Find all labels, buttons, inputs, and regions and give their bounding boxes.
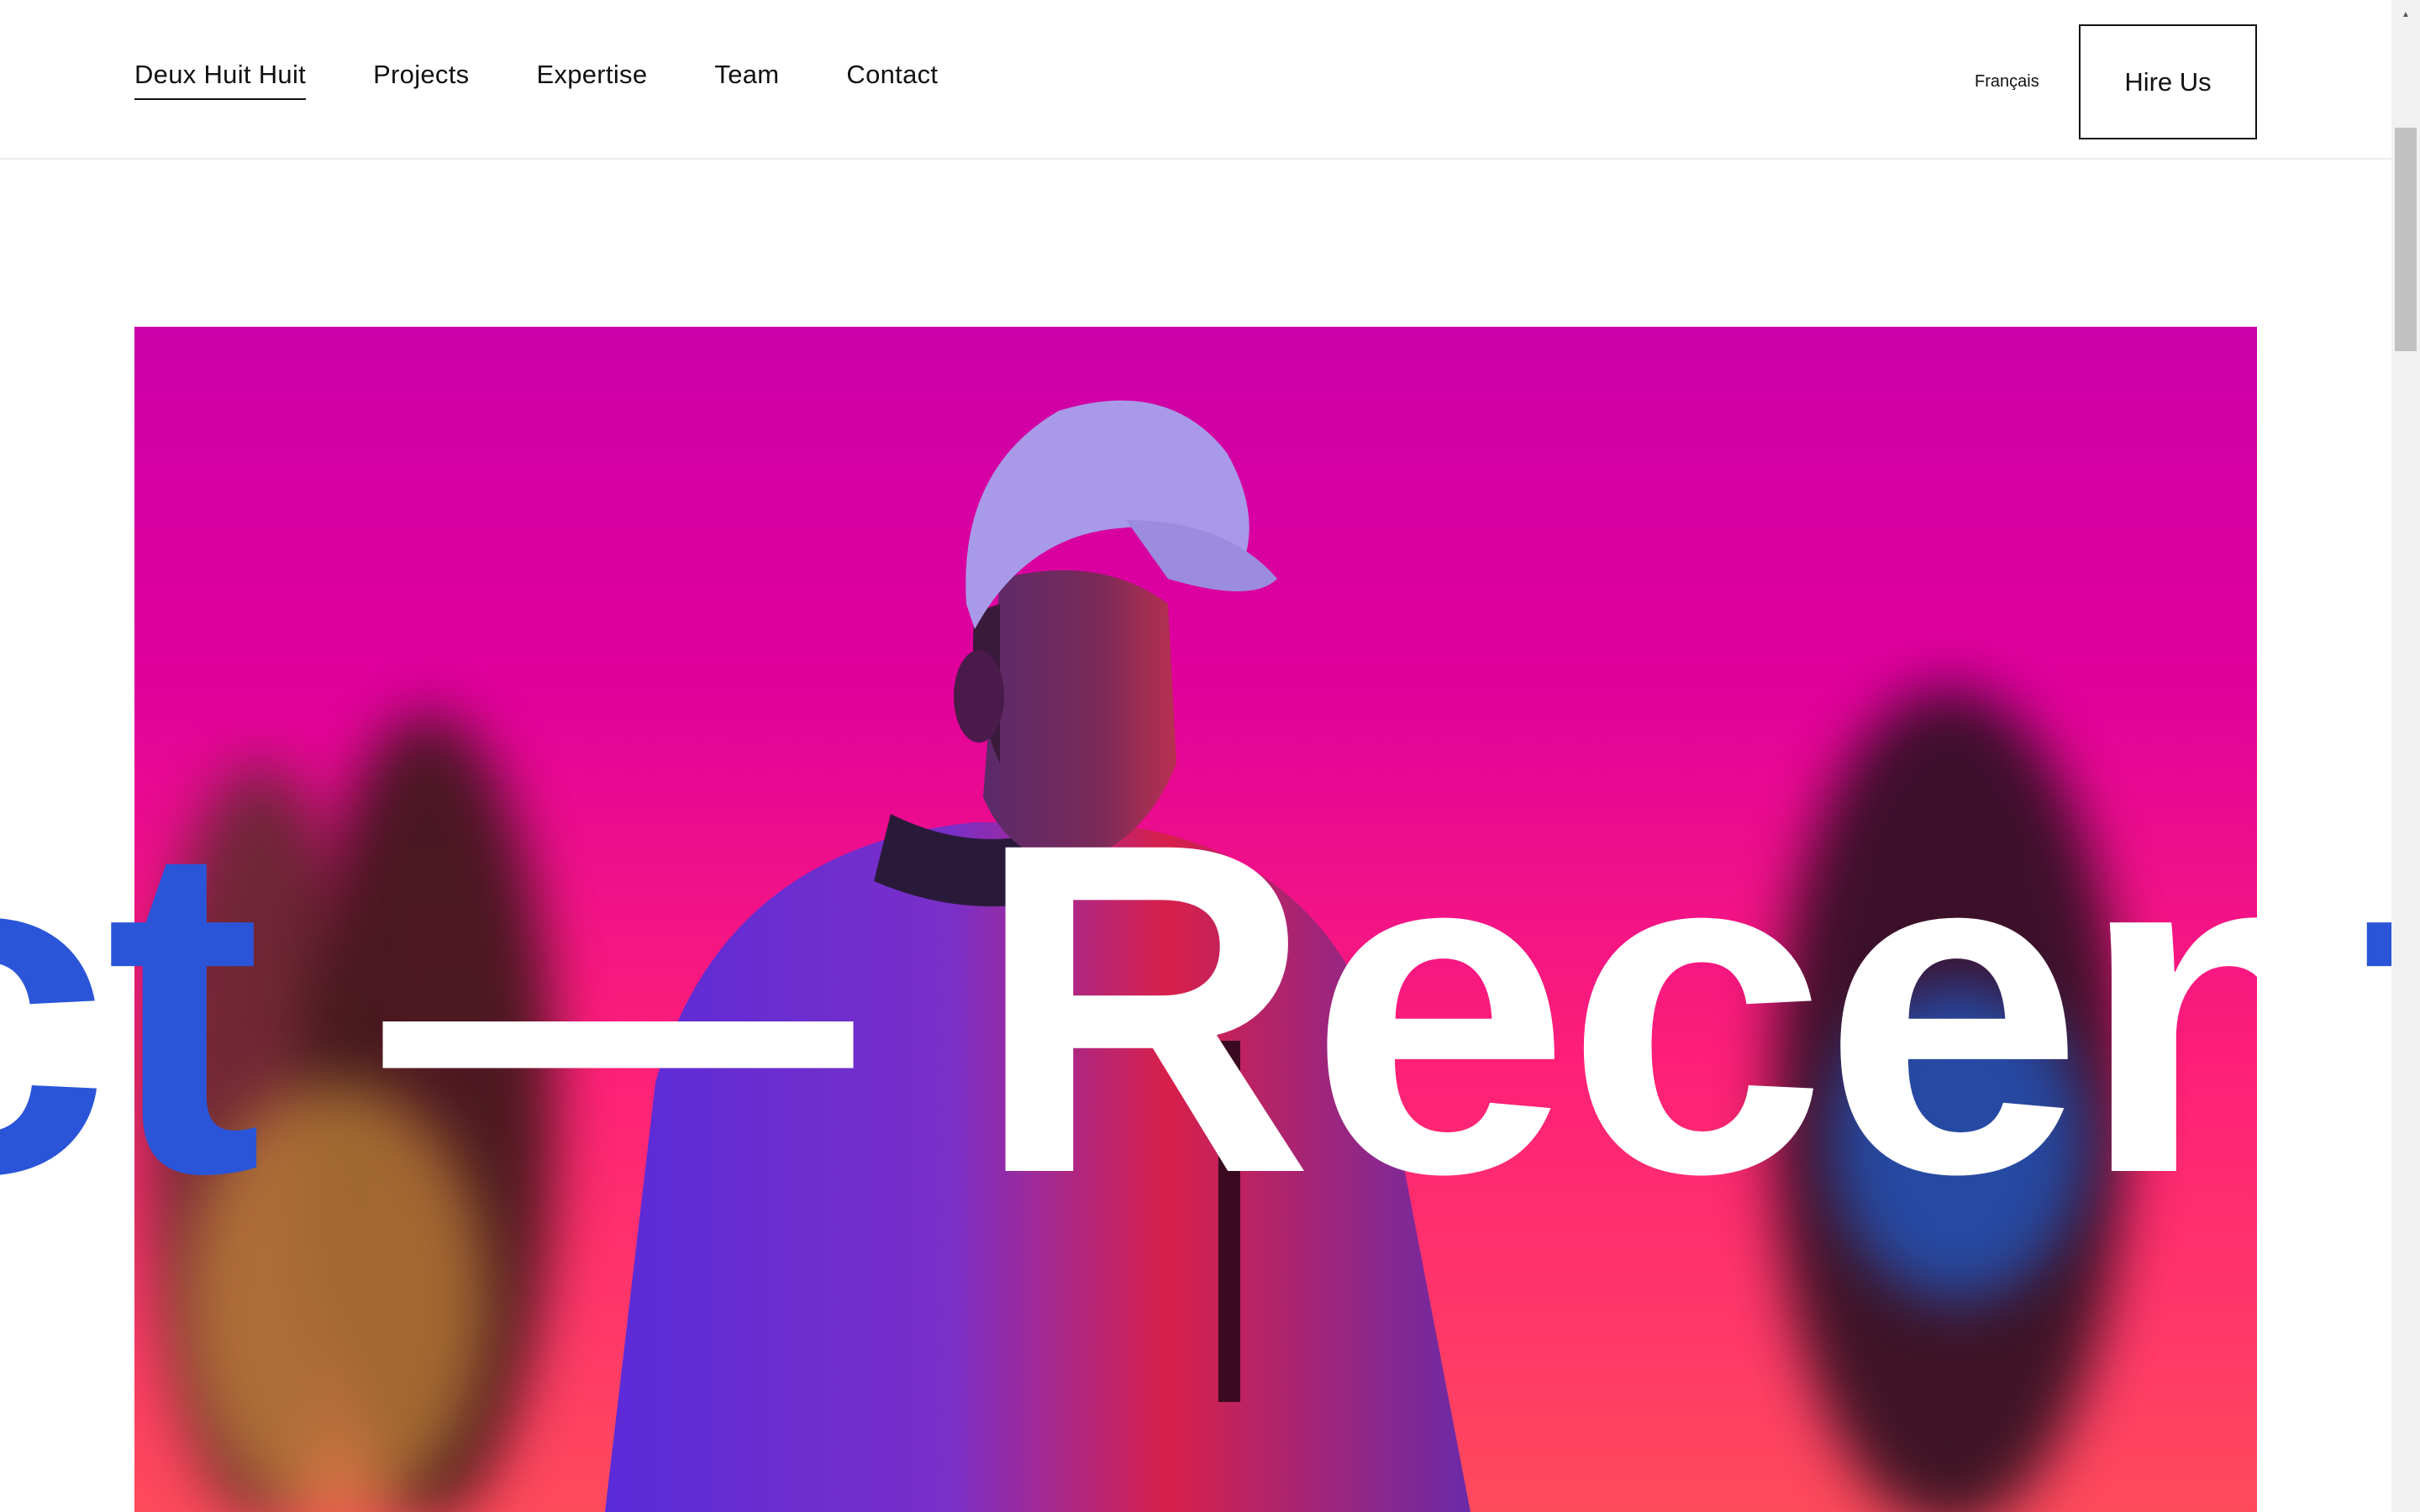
scroll-up-arrow-icon[interactable]: ▲ [2391, 0, 2420, 29]
marquee-text-main: Recen [974, 745, 2366, 1271]
nav-item-team[interactable]: Team [714, 60, 779, 100]
hire-us-button[interactable]: Hire Us [2079, 24, 2257, 139]
language-switch-link[interactable]: Français [1975, 72, 2039, 92]
vertical-scrollbar[interactable]: ▲ [2391, 0, 2420, 1512]
marquee-text-left: ct [0, 745, 262, 1271]
nav-item-expertise[interactable]: Expertise [536, 60, 647, 100]
site-header: Deux Huit Huit Projects Expertise Team C… [0, 0, 2391, 160]
scrollbar-thumb[interactable] [2395, 128, 2417, 351]
nav-item-projects[interactable]: Projects [373, 60, 469, 100]
main-nav: Deux Huit Huit Projects Expertise Team C… [134, 0, 1005, 160]
nav-item-contact[interactable]: Contact [846, 60, 938, 100]
marquee-dash: — [256, 745, 975, 1271]
page: Deux Huit Huit Projects Expertise Team C… [0, 0, 2420, 1512]
hero-marquee-text: ct — Recent [0, 773, 2420, 1243]
nav-item-home[interactable]: Deux Huit Huit [134, 60, 307, 100]
